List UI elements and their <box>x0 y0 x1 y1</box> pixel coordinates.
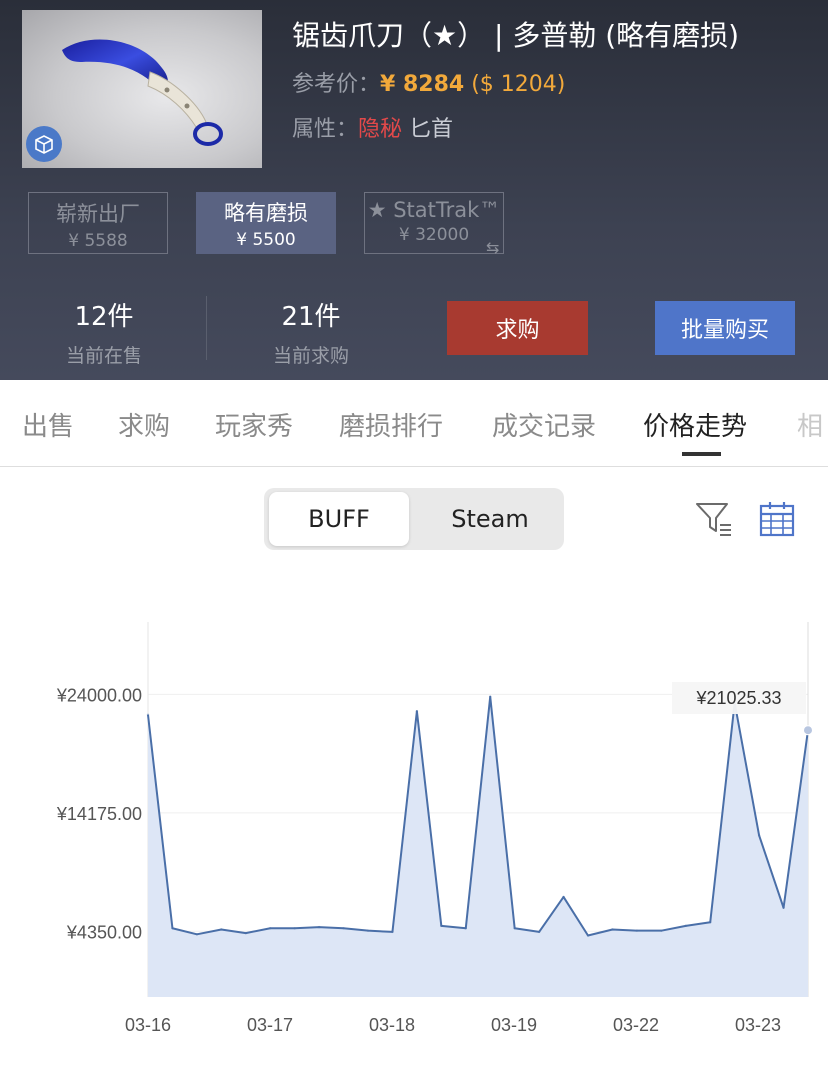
y-tick-label: ¥4350.00 <box>66 922 142 942</box>
data-point <box>440 924 443 928</box>
x-tick-label: 03-18 <box>369 1015 415 1035</box>
data-point <box>611 928 614 931</box>
wear-name: ★ StatTrak™ <box>367 198 501 222</box>
data-point <box>317 925 321 929</box>
calendar-icon[interactable] <box>758 500 796 538</box>
on-sale-count: 12件 <box>74 302 134 332</box>
data-point <box>146 713 150 717</box>
stat-divider <box>206 296 207 360</box>
data-point <box>513 927 516 930</box>
data-point <box>709 921 712 924</box>
x-tick-label: 03-17 <box>247 1015 293 1035</box>
data-point <box>684 924 687 928</box>
source-toggle: BUFF Steam <box>264 488 564 550</box>
box-icon <box>26 126 62 162</box>
tab-player-showcase[interactable]: 玩家秀 <box>215 406 293 443</box>
y-tick-label: ¥14175.00 <box>56 804 142 824</box>
buy-orders-label: 当前求购 <box>272 345 349 367</box>
item-attributes: 属性：隐秘 匕首 <box>292 111 453 143</box>
wear-price: ¥ 5500 <box>236 230 296 250</box>
data-point <box>464 927 467 930</box>
data-point <box>293 927 296 930</box>
data-point <box>195 933 199 936</box>
price-trend-chart: ¥24000.00 ¥14175.00 ¥4350.00 ¥21025.33 03-16… <box>56 622 813 1035</box>
wear-price: ¥ 32000 <box>398 225 470 245</box>
tab-related[interactable]: 相 <box>797 406 823 443</box>
tab-wear-ranking[interactable]: 磨损排行 <box>339 406 443 443</box>
buy-order-button[interactable]: 求购 <box>447 301 588 355</box>
on-sale-stat[interactable]: 12件 当前在售 <box>24 296 184 368</box>
data-point <box>586 934 590 937</box>
x-tick-label: 03-16 <box>125 1015 171 1035</box>
ref-price-label: 参考价： <box>292 72 381 97</box>
data-point <box>220 928 223 931</box>
attr-label: 属性： <box>292 117 359 142</box>
filter-icon[interactable] <box>694 498 734 538</box>
x-tick-label: 03-22 <box>613 1015 659 1035</box>
data-point <box>391 930 394 934</box>
item-image[interactable] <box>22 10 262 168</box>
item-title: 锯齿爪刀（★） | 多普勒 (略有磨损) <box>292 19 740 52</box>
ref-price-cny: ¥ 8284 <box>380 72 465 97</box>
selected-point <box>803 725 813 736</box>
data-point <box>757 834 761 837</box>
buy-orders-stat[interactable]: 21件 当前求购 <box>231 296 391 368</box>
data-point <box>171 927 174 930</box>
data-point <box>782 906 785 909</box>
attr-rarity: 隐秘 <box>358 117 403 142</box>
wear-option-stattrak[interactable]: ★ StatTrak™ ¥ 32000 <box>364 192 504 254</box>
wear-price: ¥ 5588 <box>68 231 128 251</box>
data-point <box>635 929 639 932</box>
tooltip-value: ¥21025.33 <box>695 688 781 708</box>
wear-name: 崭新出厂 <box>56 202 140 226</box>
data-point <box>342 927 345 930</box>
data-point <box>366 929 370 932</box>
tab-bar: 出售 求购 玩家秀 磨损排行 成交记录 价格走势 相 <box>0 380 828 467</box>
y-tick-label: ¥24000.00 <box>56 685 142 705</box>
source-steam[interactable]: Steam <box>420 492 560 546</box>
x-tick-label: 03-19 <box>491 1015 537 1035</box>
tab-sell[interactable]: 出售 <box>22 406 74 443</box>
data-point <box>269 927 272 930</box>
swap-icon[interactable]: ⇆ <box>486 238 499 257</box>
bulk-buy-button[interactable]: 批量购买 <box>655 301 795 355</box>
buy-orders-count: 21件 <box>281 302 341 332</box>
price-area <box>148 696 808 997</box>
data-point <box>489 695 492 698</box>
wear-option-minimal-wear[interactable]: 略有磨损 ¥ 5500 <box>196 192 336 254</box>
reference-price: 参考价：¥ 8284 ($ 1204) <box>292 66 565 98</box>
attr-type: 匕首 <box>409 117 454 142</box>
tab-trade-history[interactable]: 成交记录 <box>492 406 596 443</box>
x-tick-label: 03-23 <box>735 1015 781 1035</box>
ref-price-usd: ($ 1204) <box>471 72 566 97</box>
data-point <box>415 710 419 713</box>
tab-buy-orders[interactable]: 求购 <box>118 406 170 443</box>
data-point <box>660 929 663 932</box>
data-point <box>562 895 565 899</box>
source-buff[interactable]: BUFF <box>269 492 409 546</box>
wear-name: 略有磨损 <box>224 201 308 225</box>
tab-price-trend[interactable]: 价格走势 <box>643 406 747 443</box>
data-point <box>244 931 247 935</box>
on-sale-label: 当前在售 <box>65 345 142 367</box>
product-header: 锯齿爪刀（★） | 多普勒 (略有磨损) 参考价：¥ 8284 ($ 1204)… <box>0 0 828 380</box>
data-point <box>537 930 541 934</box>
active-tab-indicator <box>682 452 721 456</box>
wear-option-factory-new[interactable]: 崭新出厂 ¥ 5588 <box>28 192 168 254</box>
